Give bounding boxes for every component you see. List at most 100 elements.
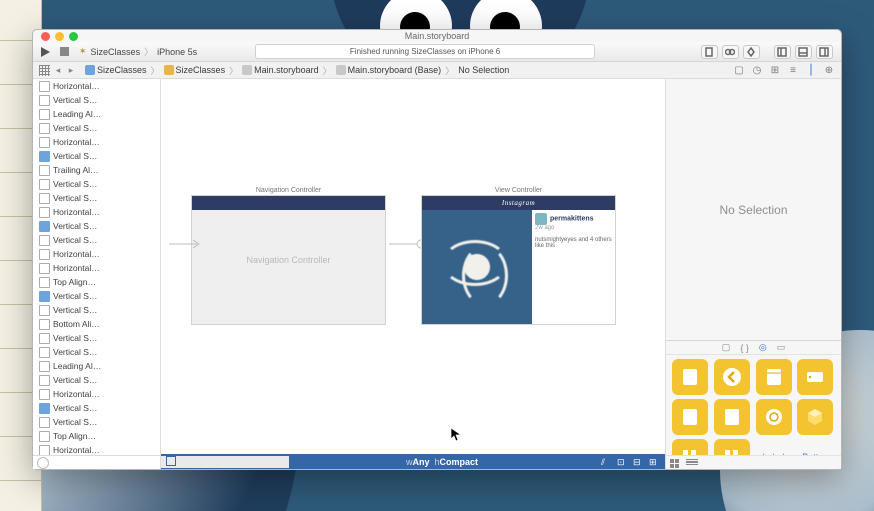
- stop-button[interactable]: [60, 47, 69, 56]
- constraint-row[interactable]: Horizontal…: [33, 79, 160, 93]
- constraint-row[interactable]: Vertical S…: [33, 177, 160, 191]
- constraint-row[interactable]: Vertical S…: [33, 415, 160, 429]
- grid-icon[interactable]: ⊞: [769, 64, 781, 76]
- lib-table[interactable]: [672, 399, 708, 435]
- constraint-row[interactable]: Horizontal…: [33, 205, 160, 219]
- media-library-tab[interactable]: ▭: [777, 342, 786, 353]
- scene-view-controller[interactable]: View Controller Instagram permakittens 2…: [421, 187, 616, 325]
- list-view-icon[interactable]: [686, 459, 698, 467]
- constraint-row[interactable]: Top Align…: [33, 429, 160, 443]
- library-footer[interactable]: [666, 455, 841, 469]
- constraint-row[interactable]: Vertical S…: [33, 149, 160, 163]
- resolve-button[interactable]: ⊟: [633, 457, 643, 467]
- initial-arrow[interactable]: [169, 237, 203, 249]
- editor-standard-button[interactable]: [701, 45, 718, 59]
- constraint-row[interactable]: Vertical S…: [33, 401, 160, 415]
- code-snippet-tab[interactable]: { }: [740, 343, 749, 353]
- scene-navigation-controller[interactable]: Navigation Controller Navigation Control…: [191, 187, 386, 325]
- constraint-row[interactable]: Horizontal…: [33, 387, 160, 401]
- constraint-row[interactable]: Horizontal…: [33, 261, 160, 275]
- constraint-row[interactable]: Vertical S…: [33, 289, 160, 303]
- lib-split[interactable]: [756, 359, 792, 395]
- resize-button[interactable]: ⊞: [649, 457, 659, 467]
- lib-cube[interactable]: [797, 399, 833, 435]
- grid-view-icon[interactable]: [670, 459, 682, 467]
- constraint-row[interactable]: Vertical S…: [33, 303, 160, 317]
- related-items-icon[interactable]: [39, 65, 50, 76]
- constraint-row[interactable]: Vertical S…: [33, 219, 160, 233]
- lib-collection[interactable]: [714, 399, 750, 435]
- library-tabs[interactable]: ▢ { } ◎ ▭: [666, 341, 841, 355]
- utilities-panel: No Selection ▢ { } ◎ ▭: [665, 79, 841, 469]
- ib-canvas[interactable]: Navigation Controller Navigation Control…: [161, 79, 665, 454]
- constraint-row[interactable]: Trailing Al…: [33, 163, 160, 177]
- constraint-row[interactable]: Leading Al…: [33, 359, 160, 373]
- adjust-icon[interactable]: ≡: [787, 64, 799, 76]
- constraint-row[interactable]: Vertical S…: [33, 121, 160, 135]
- post-image[interactable]: [422, 210, 532, 324]
- scheme-project: SizeClasses: [91, 47, 141, 57]
- inspector-placeholder: No Selection: [666, 79, 841, 340]
- ruler-icon[interactable]: ⎪: [805, 64, 817, 76]
- lib-popover[interactable]: [797, 359, 833, 395]
- constraint-row[interactable]: Vertical S…: [33, 233, 160, 247]
- back-button[interactable]: ◂: [53, 65, 63, 76]
- document-outline[interactable]: Horizontal…Vertical S…Leading Al…Vertica…: [33, 79, 161, 469]
- toolbar: ✶ SizeClasses 〉 iPhone 5s Finished runni…: [33, 42, 841, 62]
- minimize-button[interactable]: [55, 32, 64, 41]
- constraint-row[interactable]: Vertical S…: [33, 331, 160, 345]
- toggle-navigator-button[interactable]: [774, 45, 791, 59]
- likes-label: nutsmightyeyes and 4 others like this: [535, 237, 612, 249]
- align-button[interactable]: ⫽: [601, 457, 611, 467]
- instagram-title: Instagram: [502, 199, 535, 207]
- constraint-row[interactable]: Vertical S…: [33, 93, 160, 107]
- constraint-row[interactable]: Bottom Ali…: [33, 317, 160, 331]
- editor-version-button[interactable]: [743, 45, 760, 59]
- post-sidebar: permakittens 2w ago nutsmightyeyes and 4…: [532, 210, 615, 324]
- lib-grid[interactable]: [672, 439, 708, 455]
- lib-button[interactable]: Button: [797, 439, 833, 455]
- desktop: Main.storyboard ✶ SizeClasses 〉 iPhone 5…: [0, 0, 874, 511]
- toggle-debug-button[interactable]: [795, 45, 812, 59]
- constraint-row[interactable]: Horizontal…: [33, 443, 160, 455]
- size-class-control[interactable]: wAny hCompact: [289, 457, 595, 467]
- file-template-tab[interactable]: ▢: [722, 342, 731, 353]
- add-icon[interactable]: ⊕: [823, 64, 835, 76]
- constraint-row[interactable]: Vertical S…: [33, 191, 160, 205]
- editor-assistant-button[interactable]: [722, 45, 739, 59]
- breadcrumb[interactable]: SizeClasses〉 SizeClasses〉 Main.storyboar…: [85, 64, 509, 77]
- constraint-row[interactable]: Top Align…: [33, 275, 160, 289]
- outline-footer[interactable]: [33, 455, 160, 469]
- scheme-device: iPhone 5s: [157, 47, 197, 57]
- forward-button[interactable]: ▸: [66, 65, 76, 76]
- window-title: Main.storyboard: [33, 31, 841, 41]
- pin-button[interactable]: ⊡: [617, 457, 627, 467]
- constraint-row[interactable]: Leading Al…: [33, 107, 160, 121]
- run-button[interactable]: [41, 47, 50, 57]
- instagram-navbar[interactable]: Instagram: [422, 196, 615, 210]
- lib-label[interactable]: Label: [756, 439, 792, 455]
- lib-navigation[interactable]: [714, 359, 750, 395]
- outline-toggle-icon[interactable]: ▢: [733, 64, 745, 76]
- lib-tab[interactable]: [714, 439, 750, 455]
- toggle-utilities-button[interactable]: [816, 45, 833, 59]
- object-library-tab[interactable]: ◎: [759, 342, 767, 353]
- titlebar: Main.storyboard: [33, 30, 841, 42]
- scheme-selector[interactable]: ✶ SizeClasses 〉 iPhone 5s: [79, 45, 197, 58]
- filter-icon[interactable]: [37, 457, 49, 469]
- lib-image[interactable]: [756, 399, 792, 435]
- window-controls[interactable]: [41, 32, 78, 41]
- zoom-button[interactable]: [69, 32, 78, 41]
- avatar-icon: [535, 213, 547, 225]
- canvas-bottom-bar: wAny hCompact ⫽ ⊡ ⊟ ⊞: [161, 454, 665, 469]
- assistant-clock-icon[interactable]: ◷: [751, 64, 763, 76]
- jump-bar[interactable]: ◂ ▸ SizeClasses〉 SizeClasses〉 Main.story…: [33, 62, 841, 79]
- constraint-row[interactable]: Vertical S…: [33, 345, 160, 359]
- lib-viewcontroller[interactable]: [672, 359, 708, 395]
- outline-toggle-button[interactable]: [161, 456, 289, 468]
- close-button[interactable]: [41, 32, 50, 41]
- constraint-row[interactable]: Horizontal…: [33, 247, 160, 261]
- constraint-row[interactable]: Vertical S…: [33, 373, 160, 387]
- constraint-row[interactable]: Horizontal…: [33, 135, 160, 149]
- username-label[interactable]: permakittens: [550, 216, 594, 223]
